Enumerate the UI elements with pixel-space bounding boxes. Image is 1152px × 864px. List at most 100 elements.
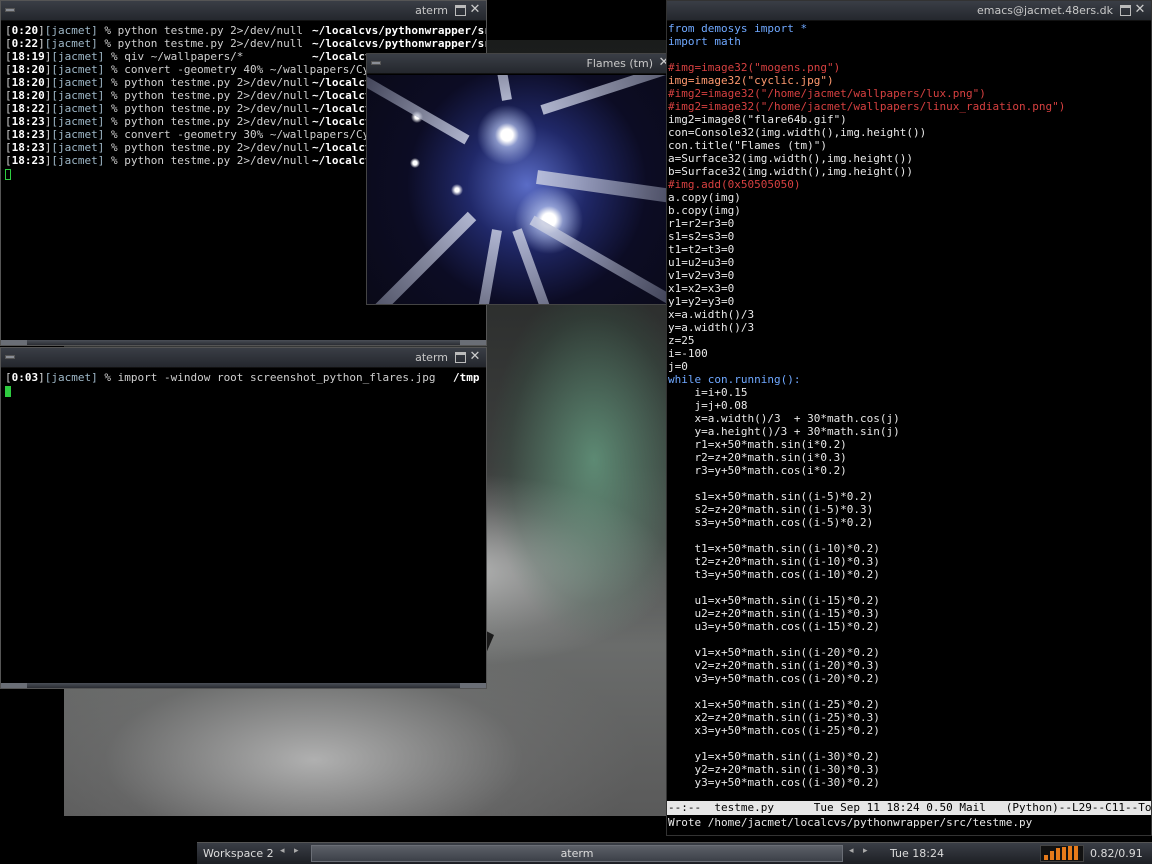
emacs-modeline: --:-- testme.py Tue Sep 11 18:24 0.50 Ma… — [667, 801, 1151, 815]
terminal-line: [0:20][jacmet] % python testme.py 2>/dev… — [5, 24, 486, 37]
task-prev-icon[interactable]: ◂ — [849, 846, 854, 856]
window-menu-icon[interactable] — [5, 355, 15, 359]
flames-render-canvas — [367, 75, 675, 304]
task-next-icon[interactable]: ▸ — [863, 846, 868, 856]
terminal-bottom-title: aterm — [415, 351, 448, 364]
resize-grip-left[interactable] — [1, 340, 27, 345]
code-line: j=0 — [668, 360, 688, 373]
terminal-bottom-output[interactable]: [0:03][jacmet] % import -window root scr… — [1, 369, 486, 682]
code-line: v1=v2=v3=0 — [668, 269, 735, 282]
code-line: r1=x+50*math.sin(i*0.2) — [668, 438, 847, 451]
code-line: u2=z+20*math.sin((i-15)*0.3) — [668, 607, 880, 620]
code-line: y1=y2=y3=0 — [668, 295, 735, 308]
clock: Tue 18:24 — [890, 847, 944, 860]
code-line: #img2=image32("/home/jacmet/wallpapers/l… — [668, 100, 1066, 113]
code-line: img=image32("cyclic.jpg") — [668, 74, 834, 87]
code-line: v2=z+20*math.sin((i-20)*0.3) — [668, 659, 880, 672]
cpu-load-graph — [1040, 845, 1084, 862]
flames-window[interactable]: Flames (tm) ✕ — [366, 53, 676, 305]
workspace-next-icon[interactable]: ▸ — [294, 846, 299, 856]
terminal-top-title: aterm — [415, 4, 448, 17]
emacs-titlebar[interactable]: emacs@jacmet.48ers.dk ✕ — [667, 1, 1151, 21]
code-line: while con.running(): — [668, 373, 801, 386]
workspace-prev-icon[interactable]: ◂ — [280, 846, 285, 856]
code-line: x=a.width()/3 + 30*math.cos(j) — [668, 412, 900, 425]
code-line: s1=s2=s3=0 — [668, 230, 735, 243]
terminal-cursor — [5, 168, 11, 180]
resize-grip-left[interactable] — [1, 683, 27, 688]
taskbar: Workspace 2 ◂ ▸ aterm ◂ ▸ Tue 18:24 0.82… — [197, 842, 1152, 864]
code-line: u3=y+50*math.cos((i-15)*0.2) — [668, 620, 880, 633]
code-line: r1=r2=r3=0 — [668, 217, 735, 230]
workspace-label[interactable]: Workspace 2 — [203, 847, 274, 860]
code-line: b=Surface32(img.width(),img.height()) — [668, 165, 914, 178]
terminal-line: [0:03][jacmet] % import -window root scr… — [5, 371, 482, 384]
code-line: s3=y+50*math.cos((i-5)*0.2) — [668, 516, 874, 529]
maximize-icon[interactable] — [455, 352, 466, 363]
code-line: x=a.width()/3 — [668, 308, 755, 321]
emacs-buffer[interactable]: from demosys import * import math #img=ima… — [667, 21, 1151, 801]
terminal-line: [0:22][jacmet] % python testme.py 2>/dev… — [5, 37, 486, 50]
code-line: y=a.height()/3 + 30*math.sin(j) — [668, 425, 900, 438]
code-line: r2=z+20*math.sin(i*0.3) — [668, 451, 847, 464]
maximize-icon[interactable] — [455, 5, 466, 16]
code-line: x2=z+20*math.sin((i-25)*0.3) — [668, 711, 880, 724]
code-line: x1=x+50*math.sin((i-25)*0.2) — [668, 698, 880, 711]
code-line: #img.add(0x50505050) — [668, 178, 801, 191]
close-icon[interactable]: ✕ — [468, 2, 482, 18]
flames-title: Flames (tm) — [586, 57, 653, 70]
code-line: j=j+0.08 — [668, 399, 748, 412]
flames-titlebar[interactable]: Flames (tm) ✕ — [367, 54, 675, 74]
close-icon[interactable]: ✕ — [1133, 2, 1147, 18]
terminal-top-titlebar[interactable]: aterm ✕ — [1, 1, 486, 21]
code-line: z=25 — [668, 334, 695, 347]
code-line: import math — [668, 35, 741, 48]
terminal-window-bottom[interactable]: aterm ✕ [0:03][jacmet] % import -window … — [0, 347, 487, 689]
code-line: b.copy(img) — [668, 204, 741, 217]
code-line: img2=image8("flare64b.gif") — [668, 113, 847, 126]
code-line: a=Surface32(img.width(),img.height()) — [668, 152, 914, 165]
code-line: i=-100 — [668, 347, 708, 360]
code-line: y1=x+50*math.sin((i-30)*0.2) — [668, 750, 880, 763]
code-line: t2=z+20*math.sin((i-10)*0.3) — [668, 555, 880, 568]
code-line: u1=x+50*math.sin((i-15)*0.2) — [668, 594, 880, 607]
code-line: x1=x2=x3=0 — [668, 282, 735, 295]
code-line: y3=y+50*math.cos((i-30)*0.2) — [668, 776, 880, 789]
terminal-cursor — [5, 385, 11, 397]
code-line: v3=y+50*math.cos((i-20)*0.2) — [668, 672, 880, 685]
code-line: a.copy(img) — [668, 191, 741, 204]
terminal-bottom-titlebar[interactable]: aterm ✕ — [1, 348, 486, 368]
maximize-icon[interactable] — [1120, 5, 1131, 16]
resize-grip-right[interactable] — [460, 683, 486, 688]
code-line: con.title("Flames (tm)") — [668, 139, 827, 152]
code-line: y2=z+20*math.sin((i-30)*0.3) — [668, 763, 880, 776]
close-icon[interactable]: ✕ — [468, 349, 482, 365]
code-line: u1=u2=u3=0 — [668, 256, 735, 269]
code-line: i=i+0.15 — [668, 386, 748, 399]
emacs-window[interactable]: emacs@jacmet.48ers.dk ✕ from demosys imp… — [666, 0, 1152, 836]
window-menu-icon[interactable] — [5, 8, 15, 12]
taskbar-task-aterm[interactable]: aterm — [311, 845, 843, 862]
code-line: y=a.width()/3 — [668, 321, 755, 334]
code-line: #img2=image32("/home/jacmet/wallpapers/l… — [668, 87, 986, 100]
emacs-minibuffer[interactable]: Wrote /home/jacmet/localcvs/pythonwrappe… — [668, 816, 1032, 829]
emacs-title: emacs@jacmet.48ers.dk — [976, 4, 1113, 17]
code-line: s1=x+50*math.sin((i-5)*0.2) — [668, 490, 874, 503]
window-menu-icon[interactable] — [371, 61, 381, 65]
code-line: s2=z+20*math.sin((i-5)*0.3) — [668, 503, 874, 516]
resize-bar[interactable] — [1, 683, 486, 688]
code-line: t3=y+50*math.cos((i-10)*0.2) — [668, 568, 880, 581]
resize-grip-right[interactable] — [460, 340, 486, 345]
code-line: r3=y+50*math.cos(i*0.2) — [668, 464, 847, 477]
code-line: v1=x+50*math.sin((i-20)*0.2) — [668, 646, 880, 659]
load-average: 0.82/0.91 — [1090, 847, 1143, 860]
code-line: #img=image32("mogens.png") — [668, 61, 841, 74]
resize-bar[interactable] — [1, 340, 486, 345]
terminal-prompt[interactable] — [5, 384, 482, 397]
